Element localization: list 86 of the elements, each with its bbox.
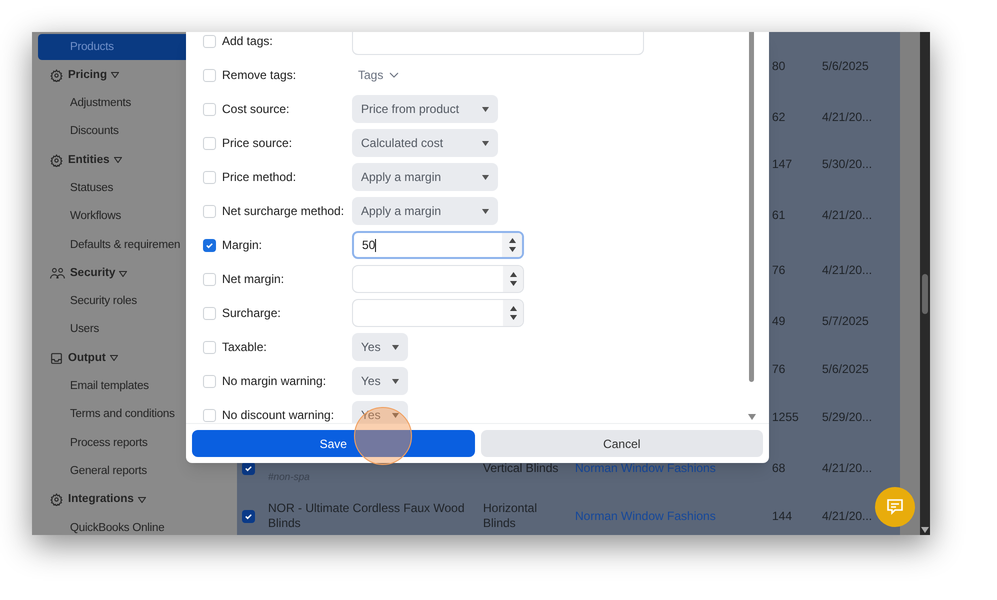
field-label: Margin: [222,237,262,254]
select-dropdown[interactable]: Yes [352,333,408,361]
field-label: No discount warning: [222,407,334,423]
check-icon [205,240,214,250]
number-input[interactable] [352,265,524,293]
field-label: Surcharge: [222,305,281,322]
triangle-down-icon [482,140,489,146]
table-cell-text: NOR - Ultimate Cordless Faux Wood Blinds [268,501,466,531]
scroll-down-arrow-icon[interactable] [921,527,929,533]
field-label: No margin warning: [222,373,326,390]
table-cell: 61 [772,208,786,222]
table-cell: 5/6/2025 [822,59,869,73]
cancel-button[interactable]: Cancel [480,430,763,457]
gear-icon [50,493,63,506]
table-cell: 5/29/20... [822,410,872,424]
caret-down-icon [110,355,118,362]
table-cell: 49 [772,314,786,328]
caret-down-icon [114,157,122,164]
table-cell-text: Horizontal Blinds [483,501,538,531]
table-cell: 80 [772,59,786,73]
caret-down-icon [138,496,146,503]
gear-icon [50,68,63,82]
table-cell: 1255 [772,410,799,424]
table-cell: 68 [772,461,786,475]
people-icon [50,267,65,280]
triangle-down-icon [392,412,399,418]
caret-down-icon [119,270,128,277]
table-cell: 76 [772,262,786,276]
section-header[interactable]: Entities [68,152,122,169]
sidebar-item[interactable]: QuickBooks Online [38,515,237,535]
triangle-down-icon [392,378,399,384]
select-dropdown[interactable]: Apply a margin [352,197,498,225]
inbox-icon [50,352,63,365]
check-icon [244,464,253,472]
select-dropdown[interactable]: Price from product [352,95,498,123]
table-cell: 4/21/20... [822,509,872,523]
spinner-arrows-icon[interactable] [503,300,523,326]
scrollbar[interactable] [748,32,755,420]
save-button[interactable]: Save [192,430,474,457]
spinner-arrows-icon[interactable] [502,233,522,257]
scroll-down-arrow-icon[interactable] [748,414,756,420]
section-header[interactable]: Pricing [68,66,119,84]
number-input[interactable]: 50 [352,231,524,259]
field-label: Net margin: [222,271,284,288]
table-cell-text: Vertical Blinds [483,460,560,476]
caret-down-icon [110,72,119,78]
click-highlight [354,407,412,465]
table-cell: 62 [772,110,786,124]
triangle-down-icon [482,174,489,180]
table-cell: 5/30/20... [822,156,872,170]
field-label: Taxable: [222,339,267,356]
sidebar-item[interactable]: General reports [38,458,237,485]
triangle-down-icon [482,208,489,214]
table-cell: 4/21/20... [822,262,872,276]
field-label: Remove tags: [222,67,296,84]
field-label: Cost source: [222,101,290,118]
select-dropdown[interactable]: Yes [352,367,408,395]
table-cell: 144 [772,509,792,523]
table-cell: 4/21/20... [822,208,872,222]
check-icon [244,512,253,520]
field-label: Price source: [222,135,292,152]
section-header[interactable]: Integrations [68,491,146,509]
input-field[interactable] [352,32,644,55]
table-cell: 4/21/20... [822,461,872,475]
table-cell: 5/7/2025 [822,314,869,328]
spinner-arrows-icon[interactable] [503,266,523,292]
field-label: Price method: [222,169,296,186]
select-dropdown[interactable]: Apply a margin [352,163,498,191]
triangle-down-icon [392,344,399,350]
section-header[interactable]: Security [70,264,128,282]
triangle-down-icon [482,106,489,112]
gear-icon [50,154,63,167]
table-cell: 4/21/20... [822,110,872,124]
table-cell: 5/6/2025 [822,362,869,376]
tags-dropdown[interactable]: Tags [352,62,406,88]
chevron-down-icon [389,72,400,78]
table-cell: 76 [772,362,786,376]
checkbox[interactable] [242,510,255,522]
scrollbar[interactable] [920,32,930,535]
select-dropdown[interactable]: Calculated cost [352,129,498,157]
field-label: Net surcharge method: [222,203,344,220]
chat-icon [886,499,904,515]
table-cell: 147 [772,156,792,170]
number-input[interactable] [352,299,524,327]
checkbox[interactable] [203,238,216,252]
section-header[interactable]: Output [68,350,118,368]
